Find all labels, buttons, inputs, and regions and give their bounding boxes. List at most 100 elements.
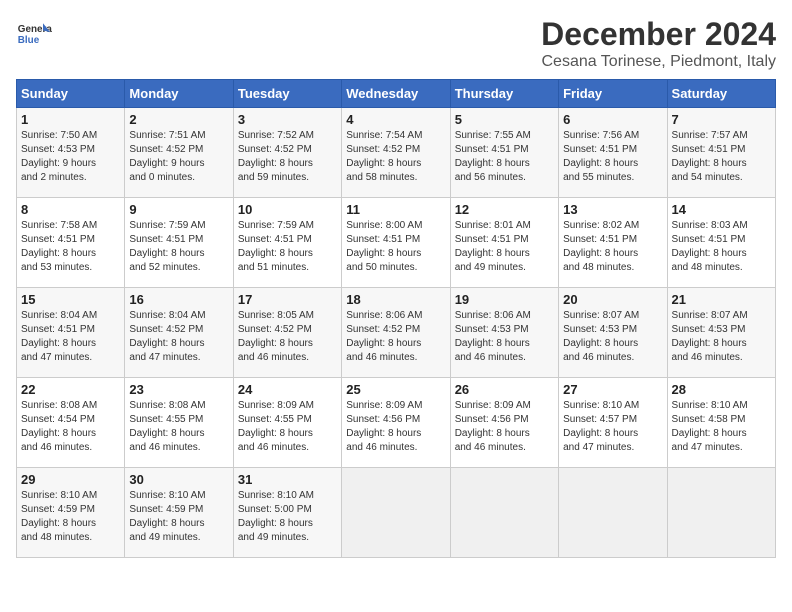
- day-number: 27: [563, 382, 662, 397]
- weekday-header-wednesday: Wednesday: [342, 80, 450, 108]
- day-info: Sunrise: 7:51 AM Sunset: 4:52 PM Dayligh…: [129, 129, 228, 185]
- day-cell-14: 14 Sunrise: 8:03 AM Sunset: 4:51 PM Dayli…: [667, 198, 775, 288]
- day-cell-1: 1 Sunrise: 7:50 AM Sunset: 4:53 PM Daylig…: [17, 108, 125, 198]
- day-cell-29: 29 Sunrise: 8:10 AM Sunset: 4:59 PM Dayli…: [17, 468, 125, 558]
- day-number: 15: [21, 292, 120, 307]
- empty-cell: [667, 468, 775, 558]
- day-info: Sunrise: 8:04 AM Sunset: 4:52 PM Dayligh…: [129, 309, 228, 365]
- day-number: 25: [346, 382, 445, 397]
- day-cell-5: 5Sunrise: 7:55 AM Sunset: 4:51 PM Daylig…: [450, 108, 558, 198]
- weekday-header-sunday: Sunday: [17, 80, 125, 108]
- week-row-5: 29 Sunrise: 8:10 AM Sunset: 4:59 PM Dayli…: [17, 468, 776, 558]
- day-number: 8: [21, 202, 120, 217]
- day-info: Sunrise: 7:52 AM Sunset: 4:52 PM Dayligh…: [238, 129, 337, 185]
- day-cell-11: 11Sunrise: 8:00 AM Sunset: 4:51 PM Dayli…: [342, 198, 450, 288]
- day-number: 7: [672, 112, 771, 127]
- day-number: 6: [563, 112, 662, 127]
- day-number: 1: [21, 112, 120, 127]
- day-number: 4: [346, 112, 445, 127]
- day-cell-26: 26 Sunrise: 8:09 AM Sunset: 4:56 PM Dayli…: [450, 378, 558, 468]
- day-cell-7: 7Sunrise: 7:57 AM Sunset: 4:51 PM Daylig…: [667, 108, 775, 198]
- day-cell-25: 25 Sunrise: 8:09 AM Sunset: 4:56 PM Dayli…: [342, 378, 450, 468]
- day-cell-6: 6Sunrise: 7:56 AM Sunset: 4:51 PM Daylig…: [559, 108, 667, 198]
- day-number: 29: [21, 472, 120, 487]
- day-info: Sunrise: 8:09 AM Sunset: 4:55 PM Dayligh…: [238, 399, 337, 455]
- day-cell-17: 17 Sunrise: 8:05 AM Sunset: 4:52 PM Dayli…: [233, 288, 341, 378]
- day-number: 30: [129, 472, 228, 487]
- day-info: Sunrise: 7:59 AM Sunset: 4:51 PM Dayligh…: [238, 219, 337, 275]
- day-cell-2: 2 Sunrise: 7:51 AM Sunset: 4:52 PM Daylig…: [125, 108, 233, 198]
- day-info: Sunrise: 8:10 AM Sunset: 4:57 PM Dayligh…: [563, 399, 662, 455]
- day-info: Sunrise: 8:10 AM Sunset: 4:59 PM Dayligh…: [129, 489, 228, 545]
- day-cell-4: 4 Sunrise: 7:54 AM Sunset: 4:52 PM Daylig…: [342, 108, 450, 198]
- day-info: Sunrise: 8:05 AM Sunset: 4:52 PM Dayligh…: [238, 309, 337, 365]
- day-info: Sunrise: 7:55 AM Sunset: 4:51 PM Dayligh…: [455, 129, 554, 185]
- weekday-header-friday: Friday: [559, 80, 667, 108]
- day-cell-10: 10 Sunrise: 7:59 AM Sunset: 4:51 PM Dayli…: [233, 198, 341, 288]
- day-cell-16: 16Sunrise: 8:04 AM Sunset: 4:52 PM Dayli…: [125, 288, 233, 378]
- day-cell-13: 13Sunrise: 8:02 AM Sunset: 4:51 PM Dayli…: [559, 198, 667, 288]
- day-cell-3: 3 Sunrise: 7:52 AM Sunset: 4:52 PM Daylig…: [233, 108, 341, 198]
- day-cell-30: 30 Sunrise: 8:10 AM Sunset: 4:59 PM Dayli…: [125, 468, 233, 558]
- day-number: 21: [672, 292, 771, 307]
- day-info: Sunrise: 8:03 AM Sunset: 4:51 PM Dayligh…: [672, 219, 771, 275]
- svg-text:Blue: Blue: [18, 35, 40, 46]
- day-number: 14: [672, 202, 771, 217]
- day-info: Sunrise: 8:10 AM Sunset: 5:00 PM Dayligh…: [238, 489, 337, 545]
- day-cell-8: 8 Sunrise: 7:58 AM Sunset: 4:51 PM Daylig…: [17, 198, 125, 288]
- header: General Blue December 2024 Cesana Torine…: [16, 16, 776, 71]
- week-row-4: 22 Sunrise: 8:08 AM Sunset: 4:54 PM Dayli…: [17, 378, 776, 468]
- day-info: Sunrise: 8:10 AM Sunset: 4:59 PM Dayligh…: [21, 489, 120, 545]
- day-info: Sunrise: 8:07 AM Sunset: 4:53 PM Dayligh…: [563, 309, 662, 365]
- day-number: 22: [21, 382, 120, 397]
- day-number: 11: [346, 202, 445, 217]
- day-info: Sunrise: 8:09 AM Sunset: 4:56 PM Dayligh…: [455, 399, 554, 455]
- day-info: Sunrise: 7:50 AM Sunset: 4:53 PM Dayligh…: [21, 129, 120, 185]
- week-row-1: 1 Sunrise: 7:50 AM Sunset: 4:53 PM Daylig…: [17, 108, 776, 198]
- weekday-header-tuesday: Tuesday: [233, 80, 341, 108]
- day-cell-24: 24Sunrise: 8:09 AM Sunset: 4:55 PM Dayli…: [233, 378, 341, 468]
- weekday-header-row: SundayMondayTuesdayWednesdayThursdayFrid…: [17, 80, 776, 108]
- day-cell-31: 31Sunrise: 8:10 AM Sunset: 5:00 PM Dayli…: [233, 468, 341, 558]
- day-info: Sunrise: 8:08 AM Sunset: 4:54 PM Dayligh…: [21, 399, 120, 455]
- day-info: Sunrise: 8:04 AM Sunset: 4:51 PM Dayligh…: [21, 309, 120, 365]
- day-info: Sunrise: 7:58 AM Sunset: 4:51 PM Dayligh…: [21, 219, 120, 275]
- day-number: 28: [672, 382, 771, 397]
- week-row-3: 15 Sunrise: 8:04 AM Sunset: 4:51 PM Dayli…: [17, 288, 776, 378]
- day-number: 3: [238, 112, 337, 127]
- day-cell-27: 27 Sunrise: 8:10 AM Sunset: 4:57 PM Dayli…: [559, 378, 667, 468]
- day-cell-15: 15 Sunrise: 8:04 AM Sunset: 4:51 PM Dayli…: [17, 288, 125, 378]
- day-info: Sunrise: 8:01 AM Sunset: 4:51 PM Dayligh…: [455, 219, 554, 275]
- day-number: 12: [455, 202, 554, 217]
- empty-cell: [559, 468, 667, 558]
- day-number: 13: [563, 202, 662, 217]
- weekday-header-saturday: Saturday: [667, 80, 775, 108]
- day-number: 20: [563, 292, 662, 307]
- day-info: Sunrise: 8:06 AM Sunset: 4:52 PM Dayligh…: [346, 309, 445, 365]
- day-info: Sunrise: 7:54 AM Sunset: 4:52 PM Dayligh…: [346, 129, 445, 185]
- day-number: 17: [238, 292, 337, 307]
- day-number: 26: [455, 382, 554, 397]
- day-info: Sunrise: 8:07 AM Sunset: 4:53 PM Dayligh…: [672, 309, 771, 365]
- logo: General Blue: [16, 16, 52, 52]
- day-number: 10: [238, 202, 337, 217]
- day-cell-12: 12 Sunrise: 8:01 AM Sunset: 4:51 PM Dayli…: [450, 198, 558, 288]
- day-info: Sunrise: 8:09 AM Sunset: 4:56 PM Dayligh…: [346, 399, 445, 455]
- day-info: Sunrise: 8:08 AM Sunset: 4:55 PM Dayligh…: [129, 399, 228, 455]
- day-cell-19: 19Sunrise: 8:06 AM Sunset: 4:53 PM Dayli…: [450, 288, 558, 378]
- day-info: Sunrise: 8:06 AM Sunset: 4:53 PM Dayligh…: [455, 309, 554, 365]
- weekday-header-thursday: Thursday: [450, 80, 558, 108]
- day-cell-20: 20 Sunrise: 8:07 AM Sunset: 4:53 PM Dayli…: [559, 288, 667, 378]
- empty-cell: [450, 468, 558, 558]
- day-info: Sunrise: 8:10 AM Sunset: 4:58 PM Dayligh…: [672, 399, 771, 455]
- day-number: 23: [129, 382, 228, 397]
- empty-cell: [342, 468, 450, 558]
- day-number: 2: [129, 112, 228, 127]
- day-cell-28: 28 Sunrise: 8:10 AM Sunset: 4:58 PM Dayli…: [667, 378, 775, 468]
- day-cell-21: 21 Sunrise: 8:07 AM Sunset: 4:53 PM Dayli…: [667, 288, 775, 378]
- day-cell-22: 22 Sunrise: 8:08 AM Sunset: 4:54 PM Dayli…: [17, 378, 125, 468]
- day-info: Sunrise: 7:59 AM Sunset: 4:51 PM Dayligh…: [129, 219, 228, 275]
- logo-icon: General Blue: [16, 16, 52, 52]
- calendar-subtitle: Cesana Torinese, Piedmont, Italy: [541, 53, 776, 71]
- week-row-2: 8 Sunrise: 7:58 AM Sunset: 4:51 PM Daylig…: [17, 198, 776, 288]
